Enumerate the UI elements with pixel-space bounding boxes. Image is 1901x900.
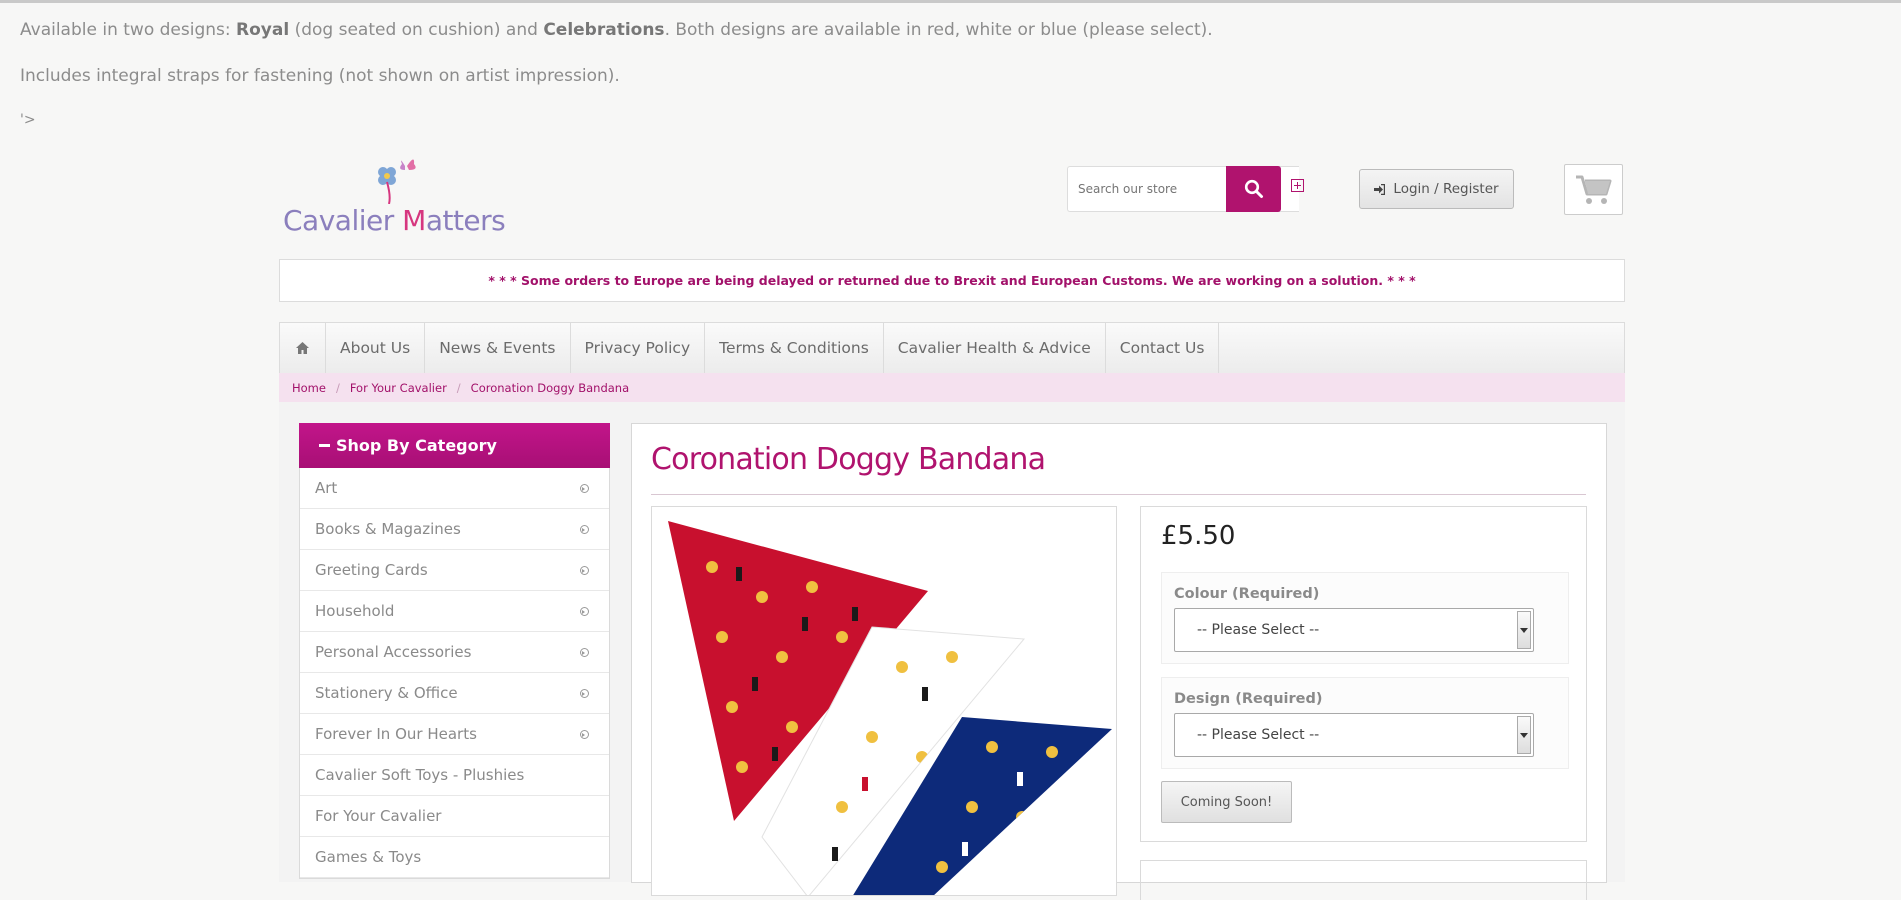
category-item-games-toys[interactable]: Games & Toys [300,837,609,878]
category-item-soft-toys-plushies[interactable]: Cavalier Soft Toys - Plushies [300,755,609,796]
colour-label: Colour (Required) [1174,586,1320,602]
site-logo[interactable]: Cavalier Matters [279,154,506,238]
bandana-image [668,521,1112,895]
breadcrumb-category[interactable]: For Your Cavalier [350,381,447,395]
secondary-info-box [1140,860,1587,900]
dropdown-arrow-icon [1517,611,1531,649]
circle-arrow-icon [580,688,589,698]
design-celebrations: Celebrations [543,20,665,40]
product-price: £5.50 [1161,521,1236,551]
category-item-art[interactable]: Art [300,468,609,509]
search-icon [1244,179,1263,198]
nav-news-events[interactable]: News & Events [425,323,571,373]
design-royal: Royal [236,20,290,40]
category-item-books-magazines[interactable]: Books & Magazines [300,509,609,550]
breadcrumb: Home / For Your Cavalier / Coronation Do… [279,373,1625,402]
title-divider [651,494,1586,495]
category-sidebar: Shop By Category Art Books & Magazines G… [299,423,610,879]
category-item-for-your-cavalier[interactable]: For Your Cavalier [300,796,609,837]
breadcrumb-current[interactable]: Coronation Doggy Bandana [471,381,629,395]
circle-arrow-icon [580,606,589,616]
main-navigation: About Us News & Events Privacy Policy Te… [279,322,1625,374]
category-item-stationery-office[interactable]: Stationery & Office [300,673,609,714]
circle-arrow-icon [580,565,589,575]
nav-cavalier-health-advice[interactable]: Cavalier Health & Advice [884,323,1106,373]
product-image[interactable] [651,506,1117,896]
top-border [0,0,1901,3]
nav-about-us[interactable]: About Us [326,323,426,373]
description-line-1: Available in two designs: Royal (dog sea… [20,20,1213,40]
cart-icon [1575,175,1611,204]
coming-soon-button[interactable]: Coming Soon! [1161,781,1292,823]
design-select[interactable]: -- Please Select -- [1174,713,1534,757]
design-option: Design (Required) -- Please Select -- [1161,677,1569,769]
login-register-button[interactable]: Login / Register [1359,169,1514,209]
search-input[interactable] [1068,167,1238,211]
main-content: Shop By Category Art Books & Magazines G… [279,402,1625,900]
nav-privacy-policy[interactable]: Privacy Policy [571,323,706,373]
stray-markup-text: '> [20,112,36,128]
dropdown-arrow-icon [1517,716,1531,754]
nav-home[interactable] [280,323,326,373]
sign-in-icon [1374,183,1386,195]
circle-arrow-icon [580,729,589,739]
category-item-greeting-cards[interactable]: Greeting Cards [300,550,609,591]
colour-select[interactable]: -- Please Select -- [1174,608,1534,652]
circle-arrow-icon [580,647,589,657]
category-item-personal-accessories[interactable]: Personal Accessories [300,632,609,673]
description-line-2: Includes integral straps for fastening (… [20,66,620,86]
colour-option: Colour (Required) -- Please Select -- [1161,572,1569,664]
product-options: £5.50 Colour (Required) -- Please Select… [1140,506,1587,842]
shipping-notice-banner: * * * Some orders to Europe are being de… [279,259,1625,302]
breadcrumb-home[interactable]: Home [292,381,326,395]
category-item-household[interactable]: Household [300,591,609,632]
nav-contact-us[interactable]: Contact Us [1106,323,1220,373]
product-title: Coronation Doggy Bandana [651,442,1046,477]
advanced-search-plus-icon[interactable] [1291,179,1304,192]
design-label: Design (Required) [1174,691,1323,707]
category-list: Art Books & Magazines Greeting Cards Hou… [299,468,610,879]
circle-arrow-icon [580,483,589,493]
sidebar-header[interactable]: Shop By Category [299,423,610,468]
flower-butterfly-icon [378,159,416,204]
shopping-cart-button[interactable] [1564,164,1623,215]
circle-arrow-icon [580,524,589,534]
search-button[interactable] [1226,166,1281,212]
product-panel: Coronation Doggy Bandana £5.50 Colour (R… [631,423,1607,900]
category-item-forever-in-our-hearts[interactable]: Forever In Our Hearts [300,714,609,755]
nav-terms-conditions[interactable]: Terms & Conditions [705,323,884,373]
minus-icon [319,444,330,447]
home-icon [296,342,309,354]
